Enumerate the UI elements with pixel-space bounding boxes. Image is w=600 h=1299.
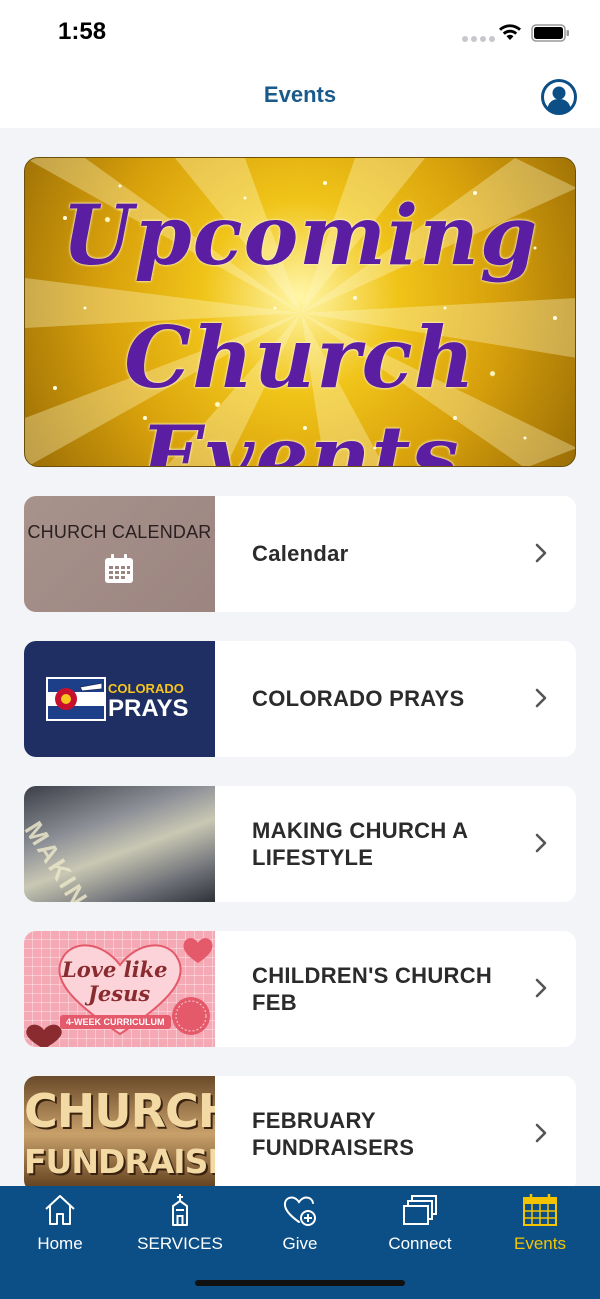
thumbnail-text-line2: FUNDRAISING (24, 1142, 215, 1181)
nav-header: Events (0, 62, 600, 128)
calendar-icon (523, 1194, 557, 1226)
chevron-right-icon (535, 1123, 547, 1143)
tab-label: Give (282, 1234, 318, 1253)
colorado-flag-icon (46, 677, 106, 721)
cellular-signal-icon (462, 36, 495, 42)
thumbnail-text-top: COLORADO (108, 681, 184, 696)
tab-home[interactable]: Home (0, 1186, 120, 1266)
chevron-right-icon (535, 833, 547, 853)
event-thumbnail: CHURCH CALENDAR (24, 496, 215, 612)
thumbnail-text: CHURCH CALENDAR (27, 522, 212, 542)
thumbnail-text-bottom: PRAYS (108, 695, 189, 722)
event-thumbnail: COLORADO PRAYS (24, 641, 215, 757)
upcoming-events-banner: Upcoming Church Events (24, 157, 576, 467)
thumbnail-text: MAKING CHURCH A LIFESTYLE (24, 816, 215, 902)
tab-connect[interactable]: Connect (360, 1186, 480, 1266)
event-item-calendar[interactable]: CHURCH CALENDAR Calendar (24, 496, 576, 612)
tab-label: Connect (388, 1234, 452, 1253)
home-icon (45, 1195, 75, 1225)
event-thumbnail: Love like Jesus 4-WEEK CURRICULUM (24, 931, 215, 1047)
home-indicator (195, 1280, 405, 1286)
tab-events[interactable]: Events (480, 1186, 600, 1266)
event-item-colorado-prays[interactable]: COLORADO PRAYS COLORADO PRAYS (24, 641, 576, 757)
event-item-february-fundraisers[interactable]: CHURCH FUNDRAISING FEBRUARY FUNDRAISERS (24, 1076, 576, 1192)
tab-label: Events (514, 1234, 566, 1253)
event-title: CHILDREN'S CHURCH FEB (252, 963, 493, 1015)
thumbnail-text-line1: CHURCH (24, 1084, 215, 1138)
status-time: 1:58 (58, 18, 107, 45)
calendar-icon (105, 554, 133, 583)
event-title: FEBRUARY FUNDRAISERS (252, 1108, 415, 1160)
small-heart-decoration (183, 938, 213, 963)
chevron-right-icon (535, 978, 547, 998)
event-title: Calendar (252, 541, 349, 566)
tab-services[interactable]: SERVICES (120, 1186, 240, 1266)
event-item-childrens-church-feb[interactable]: Love like Jesus 4-WEEK CURRICULUM CHILDR… (24, 931, 576, 1047)
heart-plus-icon (283, 1196, 316, 1226)
event-title: MAKING CHURCH A LIFESTYLE (252, 818, 468, 870)
thumbnail-text-line1: Love like (62, 957, 168, 982)
wifi-icon (499, 24, 521, 40)
thumbnail-text-line2: Jesus (88, 981, 151, 1006)
tab-label: Home (37, 1234, 83, 1253)
tab-label: SERVICES (137, 1234, 223, 1253)
event-thumbnail: CHURCH FUNDRAISING (24, 1076, 215, 1192)
page-title: Events (263, 82, 337, 107)
chevron-right-icon (535, 543, 547, 563)
small-heart-decoration (26, 1024, 62, 1047)
stacked-windows-icon (403, 1195, 437, 1225)
banner-title-line2: Church Events (124, 308, 476, 467)
event-thumbnail: MAKING CHURCH A LIFESTYLE (24, 786, 215, 902)
status-bar: 1:58 (0, 0, 600, 62)
thumbnail-badge: 4-WEEK CURRICULUM (60, 1015, 171, 1029)
event-item-making-church-a-lifestyle[interactable]: MAKING CHURCH A LIFESTYLE MAKING CHURCH … (24, 786, 576, 902)
banner-title-line1: Upcoming (61, 188, 539, 284)
chevron-right-icon (535, 688, 547, 708)
kindness-challenge-badge (172, 997, 210, 1035)
profile-icon[interactable] (541, 79, 577, 115)
event-title: COLORADO PRAYS (252, 686, 465, 711)
tab-give[interactable]: Give (240, 1186, 360, 1266)
battery-icon (531, 24, 569, 42)
church-icon (172, 1194, 188, 1226)
